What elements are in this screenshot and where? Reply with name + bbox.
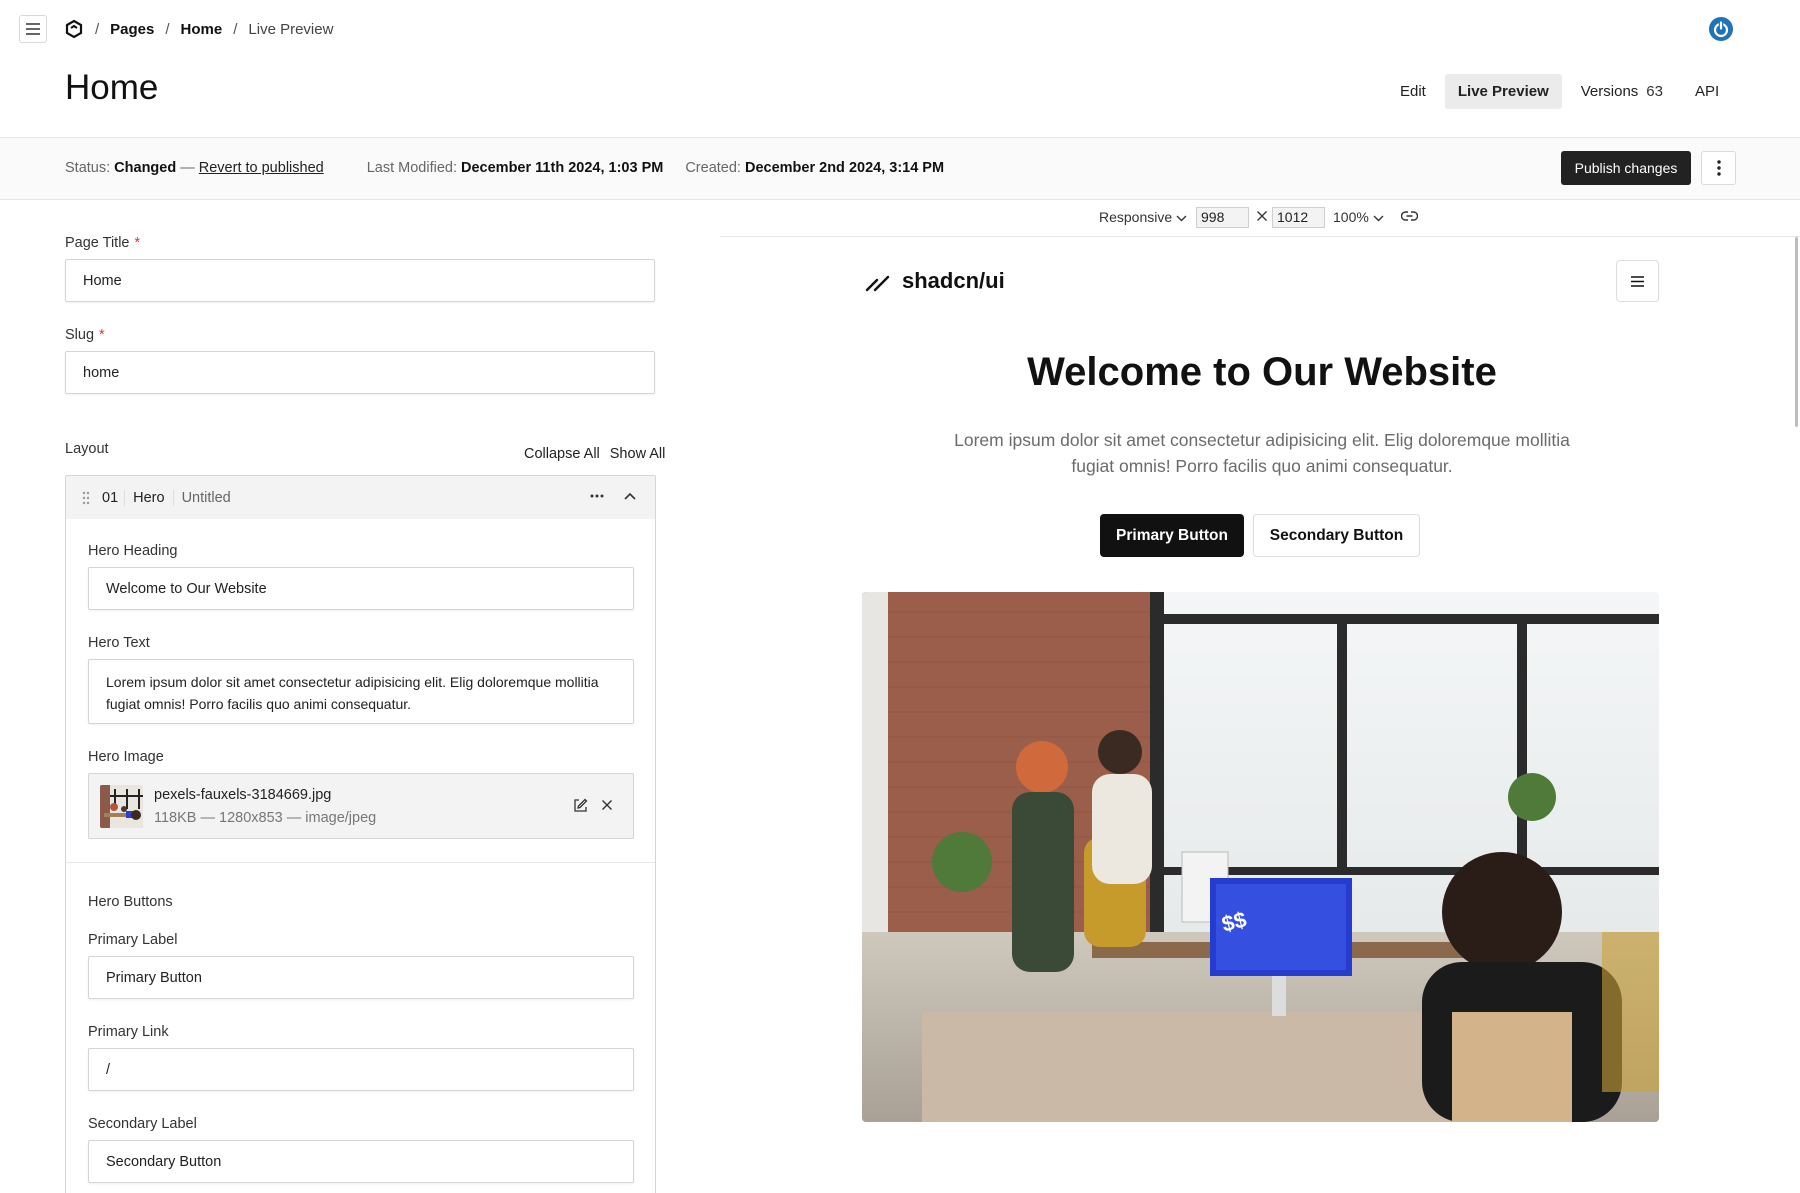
- preview-toolbar: Responsive 998 1012 100%: [720, 200, 1800, 237]
- page-title-input[interactable]: Home: [65, 259, 655, 302]
- image-filename: pexels-fauxels-3184669.jpg: [154, 787, 332, 803]
- nav-toggle-button[interactable]: [19, 15, 47, 43]
- tab-versions[interactable]: Versions 63: [1568, 74, 1676, 109]
- hero-text-label: Hero Text: [88, 635, 150, 651]
- required-marker: *: [134, 235, 141, 251]
- secondary-label-input[interactable]: Secondary Button: [88, 1140, 634, 1183]
- breadcrumb: / Pages / Home / Live Preview: [64, 19, 333, 39]
- slug-label: Slug *: [65, 327, 105, 343]
- revert-link[interactable]: Revert to published: [199, 160, 324, 176]
- primary-label-label: Primary Label: [88, 932, 178, 948]
- divider: [66, 862, 655, 863]
- primary-link-label: Primary Link: [88, 1024, 169, 1040]
- hero-heading-label: Hero Heading: [88, 543, 178, 559]
- block-type: Hero: [124, 489, 174, 506]
- open-in-new-window-icon[interactable]: [1401, 210, 1418, 222]
- block-name: Untitled: [181, 489, 231, 506]
- remove-image-icon[interactable]: [601, 799, 613, 811]
- chevron-up-icon[interactable]: [623, 490, 637, 502]
- layout-label: Layout: [65, 441, 109, 457]
- hero-text-textarea[interactable]: Lorem ipsum dolor sit amet consectetur a…: [88, 659, 634, 724]
- breadcrumb-current: Live Preview: [248, 20, 334, 38]
- created-label: Created:: [685, 160, 741, 176]
- breadcrumb-home[interactable]: Home: [181, 21, 223, 38]
- collapse-all-button[interactable]: Collapse All: [524, 446, 600, 462]
- zoom-select[interactable]: 100%: [1333, 209, 1384, 225]
- primary-link-input[interactable]: /: [88, 1048, 634, 1091]
- hero-image-upload: pexels-fauxels-3184669.jpg 118KB — 1280x…: [88, 773, 634, 839]
- tab-live-preview[interactable]: Live Preview: [1444, 74, 1562, 109]
- chevron-down-icon: [1176, 215, 1187, 222]
- slash-logo-icon: [865, 275, 890, 292]
- tab-edit[interactable]: Edit: [1387, 74, 1439, 109]
- breadcrumb-separator: /: [165, 20, 170, 38]
- hamburger-icon: [26, 23, 40, 35]
- logo-icon[interactable]: [64, 19, 84, 39]
- hero-heading-input[interactable]: Welcome to Our Website: [88, 567, 634, 610]
- viewport-width-input[interactable]: 998: [1196, 207, 1249, 228]
- breadcrumb-separator: /: [233, 20, 238, 38]
- top-header: / Pages / Home / Live Preview Home Edit …: [0, 0, 1800, 138]
- edit-icon[interactable]: [573, 798, 588, 813]
- live-preview-panel: Responsive 998 1012 100% shadcn/ui Welco…: [720, 200, 1800, 1193]
- page-title-label: Page Title *: [65, 235, 141, 251]
- chevron-down-icon: [1373, 215, 1384, 222]
- created-value: December 2nd 2024, 3:14 PM: [744, 160, 945, 176]
- slug-input[interactable]: home: [65, 351, 655, 394]
- more-options-button[interactable]: [1701, 151, 1736, 185]
- hero-buttons-label: Hero Buttons: [88, 894, 173, 910]
- modified-value: December 11th 2024, 1:03 PM: [461, 160, 664, 176]
- responsive-select[interactable]: Responsive: [1099, 209, 1187, 225]
- more-horizontal-icon[interactable]: [589, 488, 605, 504]
- publish-button[interactable]: Publish changes: [1561, 151, 1691, 185]
- preview-hero-image: $$: [862, 592, 1659, 1122]
- show-all-button[interactable]: Show All: [610, 446, 666, 462]
- drag-handle-icon[interactable]: [82, 491, 90, 505]
- times-icon: [1257, 211, 1267, 221]
- status-dash: —: [180, 160, 195, 176]
- image-meta: 118KB — 1280x853 — image/jpeg: [154, 810, 377, 826]
- status-label: Status:: [65, 160, 111, 176]
- secondary-label-label: Secondary Label: [88, 1116, 197, 1132]
- status-bar: Status: Changed — Revert to published La…: [0, 138, 1800, 200]
- hamburger-icon: [1631, 275, 1644, 287]
- preview-secondary-button[interactable]: Secondary Button: [1253, 514, 1420, 557]
- power-icon[interactable]: [1708, 16, 1734, 42]
- versions-count: 63: [1646, 83, 1663, 100]
- tab-api[interactable]: API: [1682, 74, 1732, 109]
- required-marker: *: [99, 327, 105, 343]
- preview-hero-heading: Welcome to Our Website: [1027, 350, 1497, 394]
- breadcrumb-pages[interactable]: Pages: [110, 21, 154, 38]
- layout-actions: Collapse All Show All: [514, 446, 665, 462]
- preview-scrollbar[interactable]: [1795, 237, 1798, 427]
- tab-versions-label: Versions: [1580, 83, 1639, 100]
- image-thumbnail: [100, 785, 143, 828]
- primary-label-input[interactable]: Primary Button: [88, 956, 634, 999]
- site-name: shadcn/ui: [902, 268, 1005, 293]
- block-number: 01: [102, 489, 119, 506]
- block-header[interactable]: 01 Hero Untitled: [66, 476, 655, 519]
- more-vertical-icon: [1716, 160, 1721, 176]
- edit-panel: Page Title * Home Slug * home Layout Colla…: [0, 200, 700, 1193]
- modified-label: Last Modified:: [366, 160, 457, 176]
- status-value: Changed: [114, 160, 177, 176]
- preview-primary-button[interactable]: Primary Button: [1100, 514, 1244, 557]
- breadcrumb-separator: /: [95, 20, 100, 38]
- hero-image-label: Hero Image: [88, 749, 164, 765]
- preview-hero-text: Lorem ipsum dolor sit amet consectetur a…: [954, 430, 1570, 476]
- viewport-height-input[interactable]: 1012: [1272, 207, 1325, 228]
- site-logo[interactable]: shadcn/ui: [865, 268, 1005, 294]
- layout-block-hero: 01 Hero Untitled Hero Heading Welcome to…: [65, 475, 656, 1193]
- document-tabs: Edit Live Preview Versions 63 API: [1381, 74, 1732, 109]
- site-menu-button[interactable]: [1616, 260, 1659, 302]
- page-title: Home: [65, 68, 159, 107]
